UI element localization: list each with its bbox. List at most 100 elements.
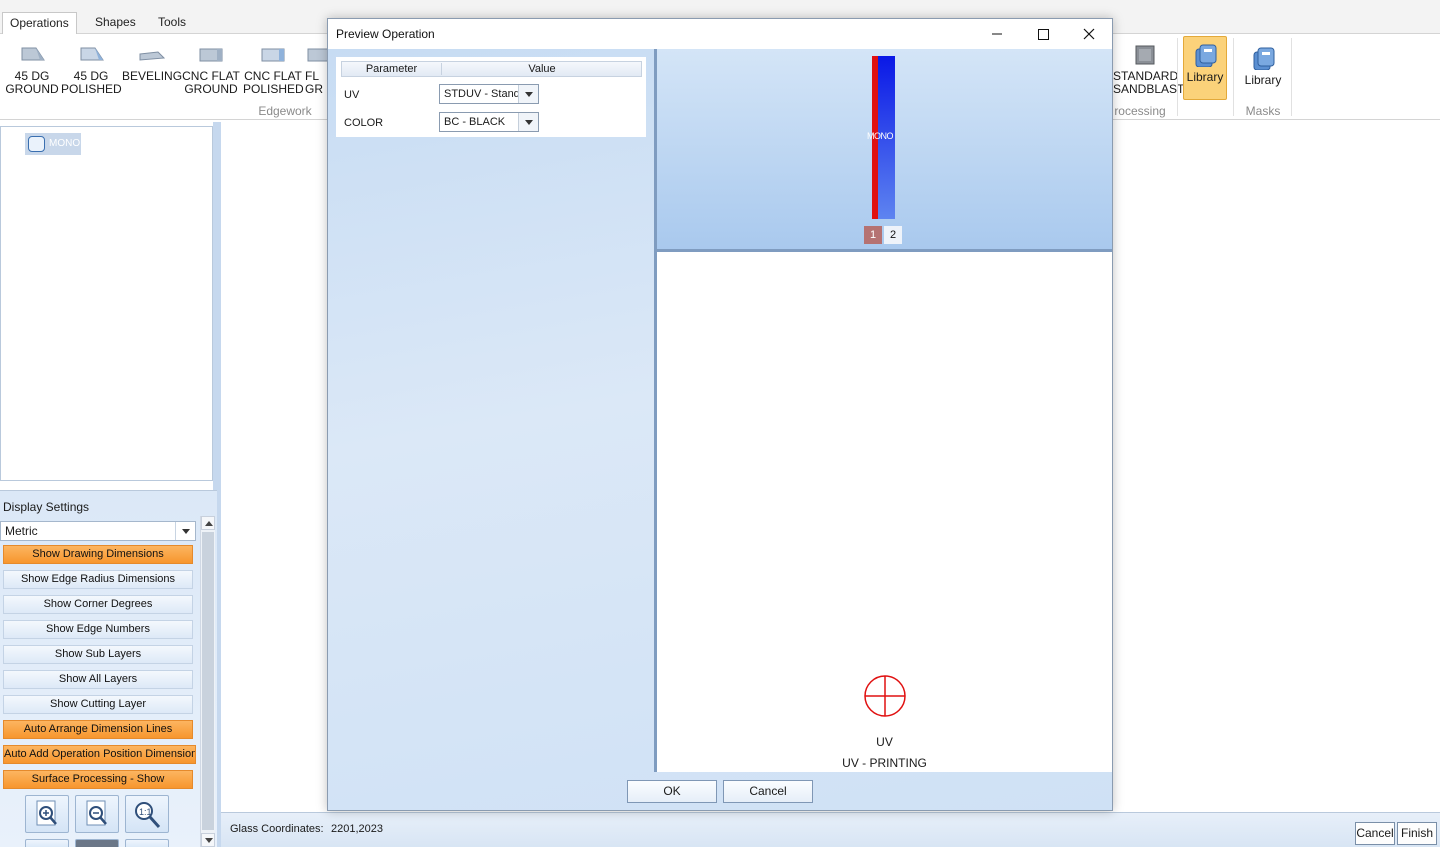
dialog-cancel-button[interactable]: Cancel bbox=[723, 780, 813, 803]
toggle-show-drawing-dimensions[interactable]: Show Drawing Dimensions bbox=[3, 545, 193, 564]
toggle-surface-processing-show[interactable]: Surface Processing - Show bbox=[3, 770, 193, 789]
dialog-title: Preview Operation bbox=[336, 27, 435, 41]
operation-code: UV bbox=[876, 735, 893, 749]
scroll-down-icon[interactable] bbox=[201, 833, 215, 847]
library-button-masks[interactable]: Library bbox=[1241, 38, 1285, 100]
tree-node-mono[interactable]: MONO bbox=[25, 133, 81, 155]
toggle-show-sub-layers[interactable]: Show Sub Layers bbox=[3, 645, 193, 664]
toggle-show-cutting-layer[interactable]: Show Cutting Layer bbox=[3, 695, 193, 714]
button-label: CNC FLAT bbox=[182, 69, 240, 83]
param-label-color: COLOR bbox=[344, 117, 384, 129]
color-select[interactable]: BC - BLACK bbox=[439, 112, 539, 132]
display-settings-panel: Display Settings Metric Show Drawing Dim… bbox=[0, 490, 217, 847]
toggle-show-edge-radius-dimensions[interactable]: Show Edge Radius Dimensions bbox=[3, 570, 193, 589]
button-label: BEVELING bbox=[122, 69, 183, 83]
toggle-auto-arrange-dimension-lines[interactable]: Auto Arrange Dimension Lines bbox=[3, 720, 193, 739]
tab-tools[interactable]: Tools bbox=[151, 12, 193, 34]
button-label: GROUND bbox=[5, 82, 59, 96]
edge-number-1[interactable]: 1 bbox=[864, 226, 882, 244]
chevron-down-icon[interactable] bbox=[518, 113, 538, 131]
sandblast-icon bbox=[1135, 45, 1155, 65]
dialog-titlebar[interactable]: Preview Operation bbox=[328, 19, 1112, 49]
chevron-down-icon[interactable] bbox=[518, 85, 538, 103]
scroll-thumb[interactable] bbox=[202, 532, 214, 830]
button-label: FL bbox=[305, 69, 320, 83]
parameter-table-header: Parameter Value bbox=[341, 61, 642, 77]
grid-view-button[interactable] bbox=[125, 839, 169, 847]
group-separator bbox=[1291, 38, 1292, 116]
edge-45-polished-icon bbox=[80, 47, 104, 61]
cnc-flat-polished-button[interactable]: CNC FLAT POLISHED bbox=[243, 38, 304, 100]
cnc-flat-icon bbox=[199, 48, 223, 62]
display-settings-scrollbar[interactable] bbox=[200, 516, 215, 847]
standard-sandblast-button[interactable]: STANDARD SANDBLAST bbox=[1113, 38, 1184, 100]
layer-tree[interactable]: MONO bbox=[0, 126, 213, 481]
chevron-down-icon[interactable] bbox=[175, 522, 195, 540]
column-header-value: Value bbox=[528, 63, 556, 75]
glass-coordinates-label: Glass Coordinates: bbox=[230, 823, 324, 835]
cnc-flat-polished-icon bbox=[261, 48, 285, 62]
button-label: STANDARD bbox=[1113, 69, 1179, 83]
zoom-out-button[interactable] bbox=[75, 795, 119, 833]
library-icon bbox=[1195, 44, 1217, 67]
button-label: POLISHED bbox=[61, 82, 122, 96]
group-separator bbox=[1177, 38, 1178, 116]
fill-view-button[interactable] bbox=[75, 839, 119, 847]
button-label: Library bbox=[1186, 70, 1224, 84]
minimize-button[interactable] bbox=[974, 19, 1020, 49]
toggle-auto-add-operation-position-dimension[interactable]: Auto Add Operation Position Dimension bbox=[3, 745, 196, 764]
units-select[interactable]: Metric bbox=[0, 521, 196, 541]
library-button-processing[interactable]: Library bbox=[1183, 36, 1227, 100]
operation-preview-pane: UV UV - PRINTING bbox=[657, 252, 1112, 772]
units-select-value: Metric bbox=[5, 524, 38, 538]
zoom-actual-size-button[interactable]: 1:1 bbox=[125, 795, 169, 833]
maximize-button[interactable] bbox=[1020, 19, 1066, 49]
cnc-flat-ground-button[interactable]: CNC FLAT GROUND bbox=[181, 38, 241, 100]
beveling-button[interactable]: BEVELING bbox=[122, 38, 182, 100]
dialog-body: Parameter Value UV STDUV - Standard COLO… bbox=[328, 49, 1112, 810]
toggle-show-corner-degrees[interactable]: Show Corner Degrees bbox=[3, 595, 193, 614]
button-label: 45 DG bbox=[14, 69, 50, 83]
svg-text:1:1: 1:1 bbox=[139, 807, 152, 817]
edge-45-ground-button[interactable]: 45 DG GROUND bbox=[2, 38, 62, 100]
zoom-in-icon bbox=[36, 800, 57, 826]
preview-operation-dialog: Preview Operation Parameter Value UV STD… bbox=[327, 18, 1113, 811]
group-separator bbox=[1233, 38, 1234, 116]
operation-name: UV - PRINTING bbox=[842, 756, 927, 770]
status-bar: Glass Coordinates: 2201,2023 Cancel Fini… bbox=[221, 812, 1440, 847]
button-label: CNC FLAT bbox=[244, 69, 302, 83]
param-label-uv: UV bbox=[344, 89, 360, 101]
tab-shapes[interactable]: Shapes bbox=[88, 12, 143, 34]
button-label: GR bbox=[305, 82, 323, 96]
button-label: 45 DG bbox=[73, 69, 109, 83]
layer-shape-icon bbox=[28, 136, 45, 152]
edge-preview-pane: MONO 1 2 bbox=[657, 49, 1112, 249]
uv-select[interactable]: STDUV - Standard bbox=[439, 84, 539, 104]
processing-group-label: rocessing bbox=[1114, 104, 1166, 118]
tab-operations[interactable]: Operations bbox=[2, 12, 77, 35]
cancel-button[interactable]: Cancel bbox=[1355, 822, 1395, 845]
close-button[interactable] bbox=[1066, 19, 1112, 49]
fit-window-button[interactable] bbox=[25, 839, 69, 847]
scroll-up-icon[interactable] bbox=[201, 516, 215, 530]
finish-button[interactable]: Finish bbox=[1397, 822, 1437, 845]
bevel-icon bbox=[139, 51, 166, 61]
toggle-show-edge-numbers[interactable]: Show Edge Numbers bbox=[3, 620, 193, 639]
edge-number-2[interactable]: 2 bbox=[884, 226, 902, 244]
button-label: GROUND bbox=[184, 82, 238, 96]
zoom-actual-icon: 1:1 bbox=[135, 802, 161, 829]
flat-ground-button[interactable]: FL GR bbox=[305, 38, 329, 100]
edge-45-polished-button[interactable]: 45 DG POLISHED bbox=[61, 38, 122, 100]
toggle-show-all-layers[interactable]: Show All Layers bbox=[3, 670, 193, 689]
display-settings-title: Display Settings bbox=[3, 500, 90, 514]
masks-group-label: Masks bbox=[1245, 104, 1281, 118]
color-select-value: BC - BLACK bbox=[444, 116, 506, 128]
zoom-in-button[interactable] bbox=[25, 795, 69, 833]
crosshair-marker-icon bbox=[864, 675, 906, 717]
ok-button[interactable]: OK bbox=[627, 780, 717, 803]
parameter-table: Parameter Value UV STDUV - Standard COLO… bbox=[336, 57, 646, 137]
column-header-parameter: Parameter bbox=[342, 63, 442, 75]
flat-icon bbox=[307, 48, 329, 62]
button-label: Library bbox=[1244, 73, 1282, 87]
layer-bar-label: MONO bbox=[867, 131, 894, 141]
